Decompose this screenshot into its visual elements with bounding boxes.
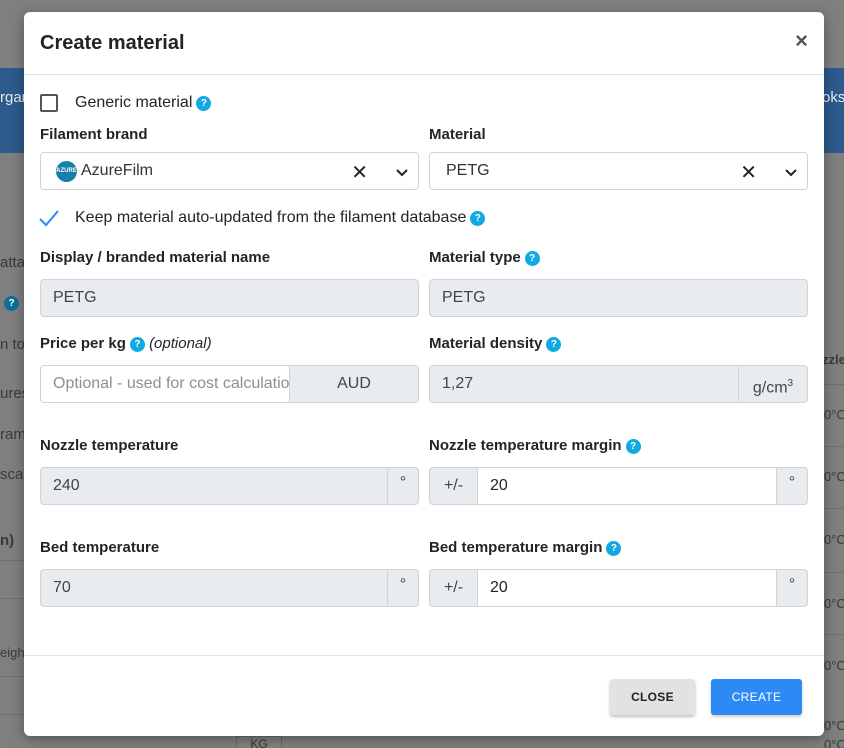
background-text: 0°C [824, 718, 844, 733]
help-icon[interactable]: ? [524, 251, 540, 266]
help-icon[interactable]: ? [196, 96, 212, 111]
dialog-footer: CLOSE CREATE [24, 655, 824, 736]
nozzle-margin-prefix: +/- [429, 467, 478, 505]
dialog-title: Create material [40, 32, 185, 54]
background-text: 0°C [824, 407, 844, 422]
material-type-field[interactable]: PETG [429, 279, 808, 317]
background-text: oks [822, 89, 844, 106]
nozzle-temperature-margin-label: Nozzle temperature margin? [429, 437, 641, 454]
help-icon[interactable]: ? [625, 439, 641, 454]
dialog-close-icon[interactable]: × [795, 30, 808, 52]
help-icon[interactable]: ? [606, 541, 622, 556]
background-divider [0, 676, 24, 677]
bed-temperature-unit: ° [387, 569, 419, 607]
help-icon[interactable]: ? [470, 211, 486, 226]
filament-brand-select[interactable]: AZURE AzureFilm ✕ [40, 152, 419, 190]
background-text: sca [0, 466, 24, 483]
background-text: 0°C [824, 596, 844, 611]
bed-temperature-margin-input[interactable]: 20 [477, 569, 777, 607]
background-divider [0, 560, 24, 561]
filament-brand-label: Filament brand [40, 126, 148, 143]
bed-temperature-field[interactable]: 70 [40, 569, 388, 607]
auto-update-label: Keep material auto-updated from the fila… [75, 209, 486, 227]
background-text: 0°C [824, 737, 844, 748]
background-divider [824, 634, 844, 635]
background-text: 0°C [824, 469, 844, 484]
background-divider [824, 508, 844, 509]
background-text: eigh [0, 645, 25, 660]
filament-brand-value: AzureFilm [81, 162, 154, 179]
price-per-kg-label: Price per kg? (optional) [40, 335, 212, 352]
nozzle-temperature-margin-input[interactable]: 20 [477, 467, 777, 505]
material-density-field[interactable]: 1,27 [429, 365, 739, 403]
bed-temperature-label: Bed temperature [40, 539, 160, 556]
chevron-down-icon[interactable] [394, 164, 410, 180]
optional-hint: (optional) [149, 335, 212, 352]
nozzle-temperature-label: Nozzle temperature [40, 437, 179, 454]
chevron-down-icon[interactable] [783, 164, 799, 180]
display-name-label: Display / branded material name [40, 249, 271, 266]
material-density-label: Material density? [429, 335, 562, 352]
bed-margin-unit: ° [776, 569, 808, 607]
price-per-kg-input[interactable]: Optional - used for cost calculations [40, 365, 290, 403]
background-divider [824, 572, 844, 573]
clear-material-icon[interactable]: ✕ [740, 160, 757, 185]
background-text: atta [0, 254, 26, 271]
background-unit-box: KG [236, 736, 282, 748]
density-unit-addon: g/cm3 [738, 365, 808, 403]
generic-material-label: Generic material? [75, 94, 212, 112]
help-icon[interactable]: ? [129, 337, 145, 352]
nozzle-margin-unit: ° [776, 467, 808, 505]
background-text: 0°C [824, 532, 844, 547]
azurefilm-logo-icon: AZURE [56, 161, 77, 182]
nozzle-temperature-unit: ° [387, 467, 419, 505]
background-text: 0°C [824, 658, 844, 673]
material-select[interactable]: PETG ✕ [429, 152, 808, 190]
generic-material-checkbox[interactable] [40, 94, 58, 112]
background-divider [0, 714, 24, 715]
create-material-dialog: Create material × Generic material? Fila… [24, 12, 824, 736]
background-divider [824, 384, 844, 385]
create-button[interactable]: CREATE [711, 679, 802, 715]
bed-temperature-margin-label: Bed temperature margin? [429, 539, 622, 556]
material-value: PETG [446, 162, 490, 179]
display-name-field[interactable]: PETG [40, 279, 419, 317]
material-type-label: Material type? [429, 249, 540, 266]
background-text: n) [0, 532, 15, 549]
background-divider [824, 446, 844, 447]
bed-margin-prefix: +/- [429, 569, 478, 607]
background-text: n to [0, 336, 26, 353]
dialog-header: Create material × [24, 12, 824, 75]
auto-update-check-icon[interactable] [38, 208, 60, 228]
material-label: Material [429, 126, 486, 143]
background-help-icon: ? [4, 296, 19, 311]
help-icon[interactable]: ? [546, 337, 562, 352]
background-text: zzle [822, 352, 844, 367]
background-text: ram [0, 426, 26, 443]
currency-addon: AUD [289, 365, 419, 403]
background-divider [0, 598, 24, 599]
clear-brand-icon[interactable]: ✕ [351, 160, 368, 185]
nozzle-temperature-field[interactable]: 240 [40, 467, 388, 505]
close-button[interactable]: CLOSE [610, 679, 695, 715]
